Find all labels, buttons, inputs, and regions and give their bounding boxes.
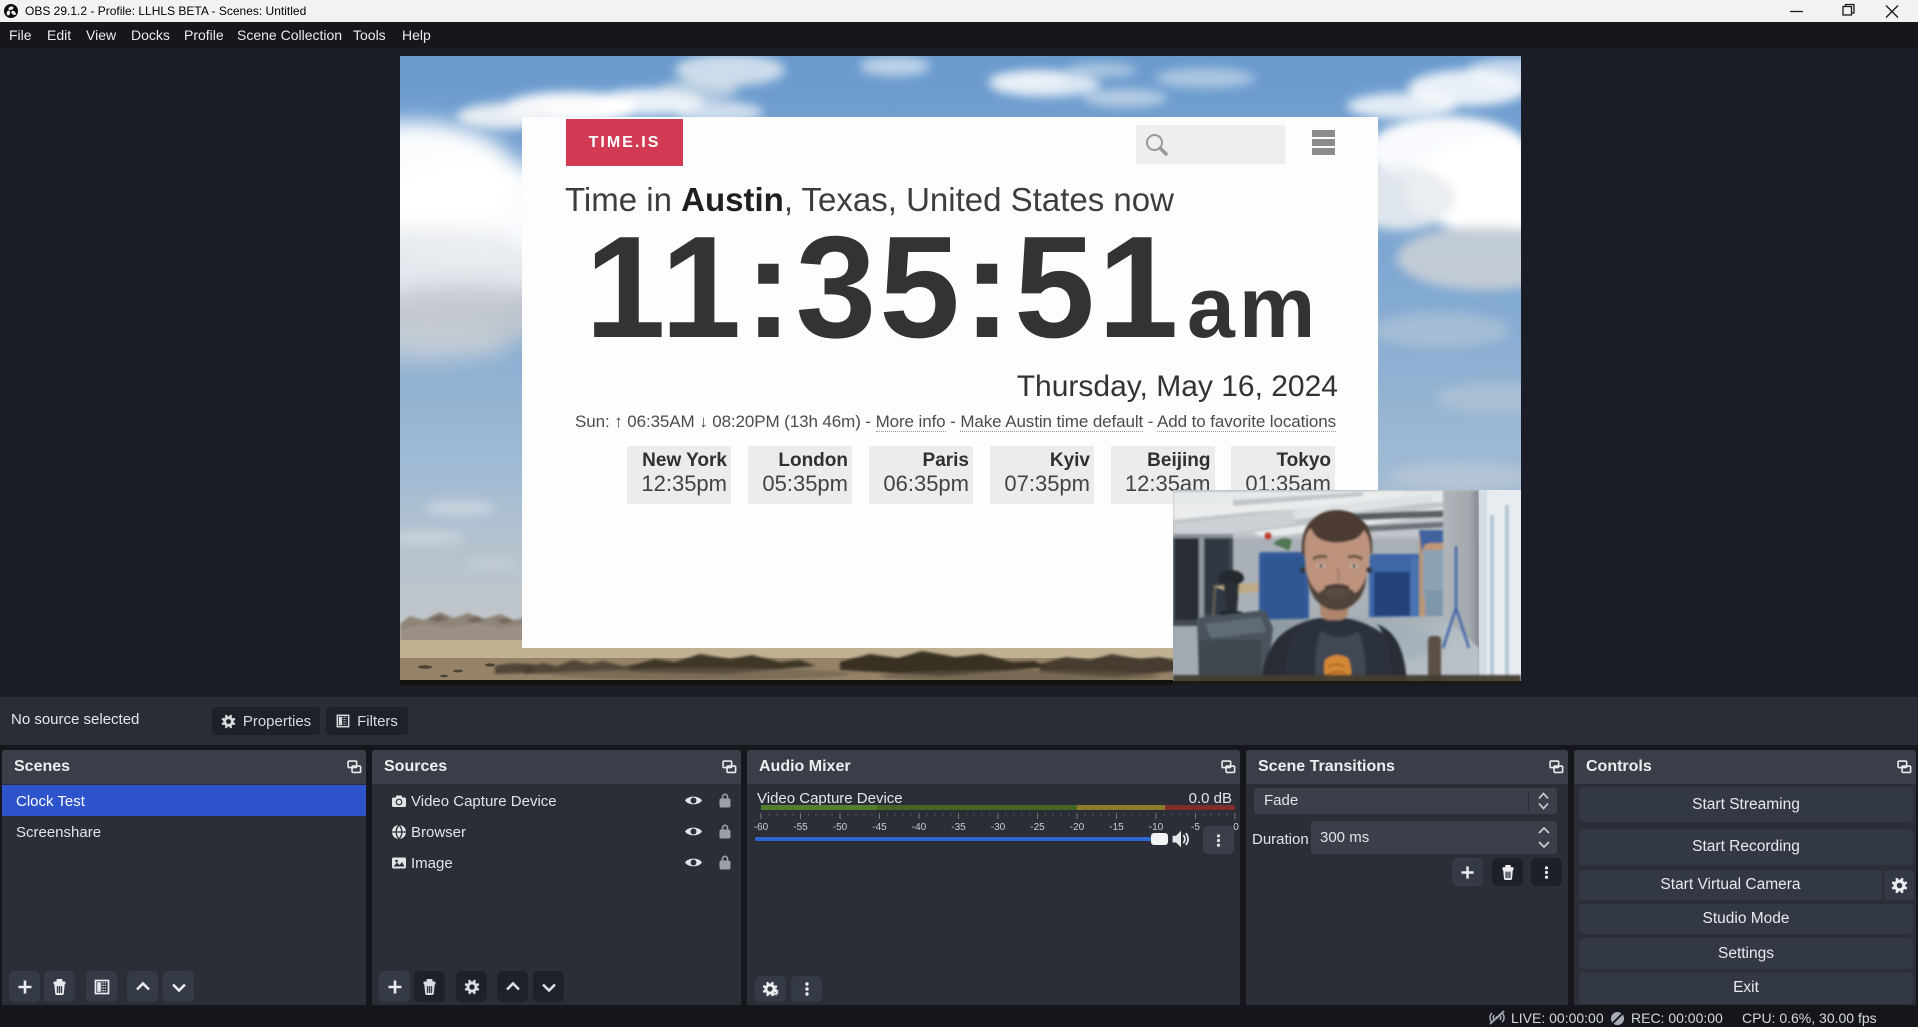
svg-text:-15: -15: [1109, 822, 1124, 833]
svg-text:-35: -35: [951, 822, 966, 833]
svg-text:-50: -50: [833, 822, 848, 833]
svg-text:-45: -45: [872, 822, 887, 833]
svg-text:-30: -30: [991, 822, 1006, 833]
svg-text:-10: -10: [1149, 822, 1164, 833]
svg-text:0: 0: [1233, 822, 1239, 833]
svg-text:-55: -55: [793, 822, 808, 833]
svg-text:-40: -40: [912, 822, 927, 833]
svg-text:-20: -20: [1070, 822, 1085, 833]
svg-text:-60: -60: [754, 822, 769, 833]
svg-text:-25: -25: [1030, 822, 1045, 833]
svg-text:-5: -5: [1191, 822, 1200, 833]
